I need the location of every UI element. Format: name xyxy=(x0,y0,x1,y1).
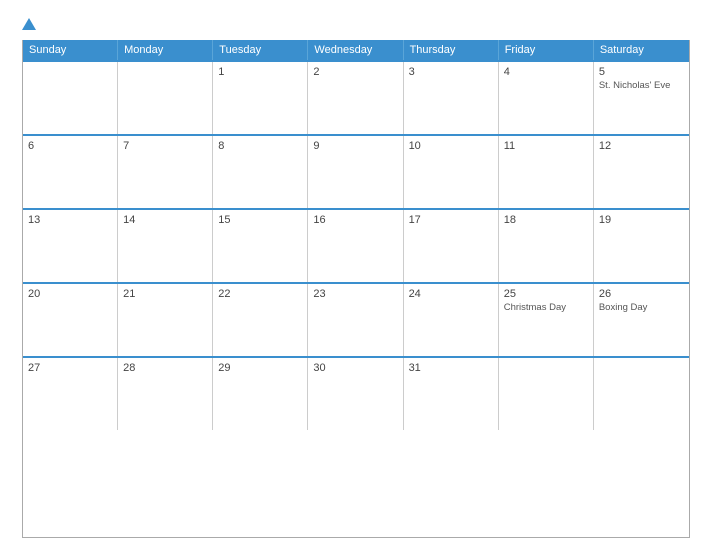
day-cell: 12 xyxy=(594,136,689,208)
calendar-page: SundayMondayTuesdayWednesdayThursdayFrid… xyxy=(0,0,712,550)
week-row-4: 20 21 22 23 24 25 Christmas Day 26 Boxing Day xyxy=(23,282,689,356)
day-cell xyxy=(594,358,689,430)
day-number: 31 xyxy=(409,362,493,374)
header xyxy=(22,18,690,30)
day-number: 25 xyxy=(504,288,588,300)
day-cell: 14 xyxy=(118,210,213,282)
day-number: 4 xyxy=(504,66,588,78)
day-cell: 25 Christmas Day xyxy=(499,284,594,356)
day-cell: 30 xyxy=(308,358,403,430)
day-number: 10 xyxy=(409,140,493,152)
event-label: Boxing Day xyxy=(599,302,684,314)
logo xyxy=(22,18,39,30)
day-cell: 26 Boxing Day xyxy=(594,284,689,356)
day-number: 20 xyxy=(28,288,112,300)
day-cell: 13 xyxy=(23,210,118,282)
day-number: 13 xyxy=(28,214,112,226)
day-number: 30 xyxy=(313,362,397,374)
day-cell: 28 xyxy=(118,358,213,430)
day-header-sunday: Sunday xyxy=(23,40,118,60)
day-cell: 4 xyxy=(499,62,594,134)
event-label: Christmas Day xyxy=(504,302,588,314)
day-number: 28 xyxy=(123,362,207,374)
week-row-3: 13 14 15 16 17 18 19 xyxy=(23,208,689,282)
day-number: 27 xyxy=(28,362,112,374)
day-number: 19 xyxy=(599,214,684,226)
day-cell: 11 xyxy=(499,136,594,208)
day-number: 15 xyxy=(218,214,302,226)
day-cell xyxy=(23,62,118,134)
day-header-tuesday: Tuesday xyxy=(213,40,308,60)
day-header-saturday: Saturday xyxy=(594,40,689,60)
day-cell: 5 St. Nicholas' Eve xyxy=(594,62,689,134)
day-cell: 1 xyxy=(213,62,308,134)
day-header-friday: Friday xyxy=(499,40,594,60)
day-number: 9 xyxy=(313,140,397,152)
day-number: 1 xyxy=(218,66,302,78)
day-cell: 9 xyxy=(308,136,403,208)
day-cell: 20 xyxy=(23,284,118,356)
day-cell: 31 xyxy=(404,358,499,430)
day-header-monday: Monday xyxy=(118,40,213,60)
day-number: 6 xyxy=(28,140,112,152)
day-number: 2 xyxy=(313,66,397,78)
day-cell: 2 xyxy=(308,62,403,134)
calendar: SundayMondayTuesdayWednesdayThursdayFrid… xyxy=(22,40,690,538)
day-number: 26 xyxy=(599,288,684,300)
week-row-2: 6789 10 11 12 xyxy=(23,134,689,208)
day-cell: 16 xyxy=(308,210,403,282)
day-header-thursday: Thursday xyxy=(404,40,499,60)
day-cell: 17 xyxy=(404,210,499,282)
day-number: 23 xyxy=(313,288,397,300)
day-cell: 21 xyxy=(118,284,213,356)
day-number: 24 xyxy=(409,288,493,300)
day-cell: 7 xyxy=(118,136,213,208)
day-cell xyxy=(499,358,594,430)
day-number: 22 xyxy=(218,288,302,300)
day-headers: SundayMondayTuesdayWednesdayThursdayFrid… xyxy=(23,40,689,60)
day-header-wednesday: Wednesday xyxy=(308,40,403,60)
week-row-1: 12345 St. Nicholas' Eve xyxy=(23,60,689,134)
day-cell: 24 xyxy=(404,284,499,356)
day-number: 14 xyxy=(123,214,207,226)
day-cell: 10 xyxy=(404,136,499,208)
day-number: 17 xyxy=(409,214,493,226)
day-number: 16 xyxy=(313,214,397,226)
day-cell xyxy=(118,62,213,134)
day-cell: 19 xyxy=(594,210,689,282)
day-cell: 6 xyxy=(23,136,118,208)
day-number: 29 xyxy=(218,362,302,374)
day-number: 5 xyxy=(599,66,684,78)
day-cell: 27 xyxy=(23,358,118,430)
day-cell: 18 xyxy=(499,210,594,282)
day-cell: 8 xyxy=(213,136,308,208)
calendar-body: 12345St. Nicholas' Eve678910111213141516… xyxy=(23,60,689,430)
week-row-5: 27 28 29 30 31 xyxy=(23,356,689,430)
day-number: 12 xyxy=(599,140,684,152)
day-number: 18 xyxy=(504,214,588,226)
day-number: 7 xyxy=(123,140,207,152)
day-number: 8 xyxy=(218,140,302,152)
day-number: 11 xyxy=(504,140,588,152)
day-number: 3 xyxy=(409,66,493,78)
day-cell: 15 xyxy=(213,210,308,282)
day-cell: 23 xyxy=(308,284,403,356)
day-cell: 22 xyxy=(213,284,308,356)
logo-triangle-icon xyxy=(22,18,36,30)
day-cell: 29 xyxy=(213,358,308,430)
event-label: St. Nicholas' Eve xyxy=(599,80,684,92)
day-number: 21 xyxy=(123,288,207,300)
logo-blue-text xyxy=(22,18,39,30)
day-cell: 3 xyxy=(404,62,499,134)
